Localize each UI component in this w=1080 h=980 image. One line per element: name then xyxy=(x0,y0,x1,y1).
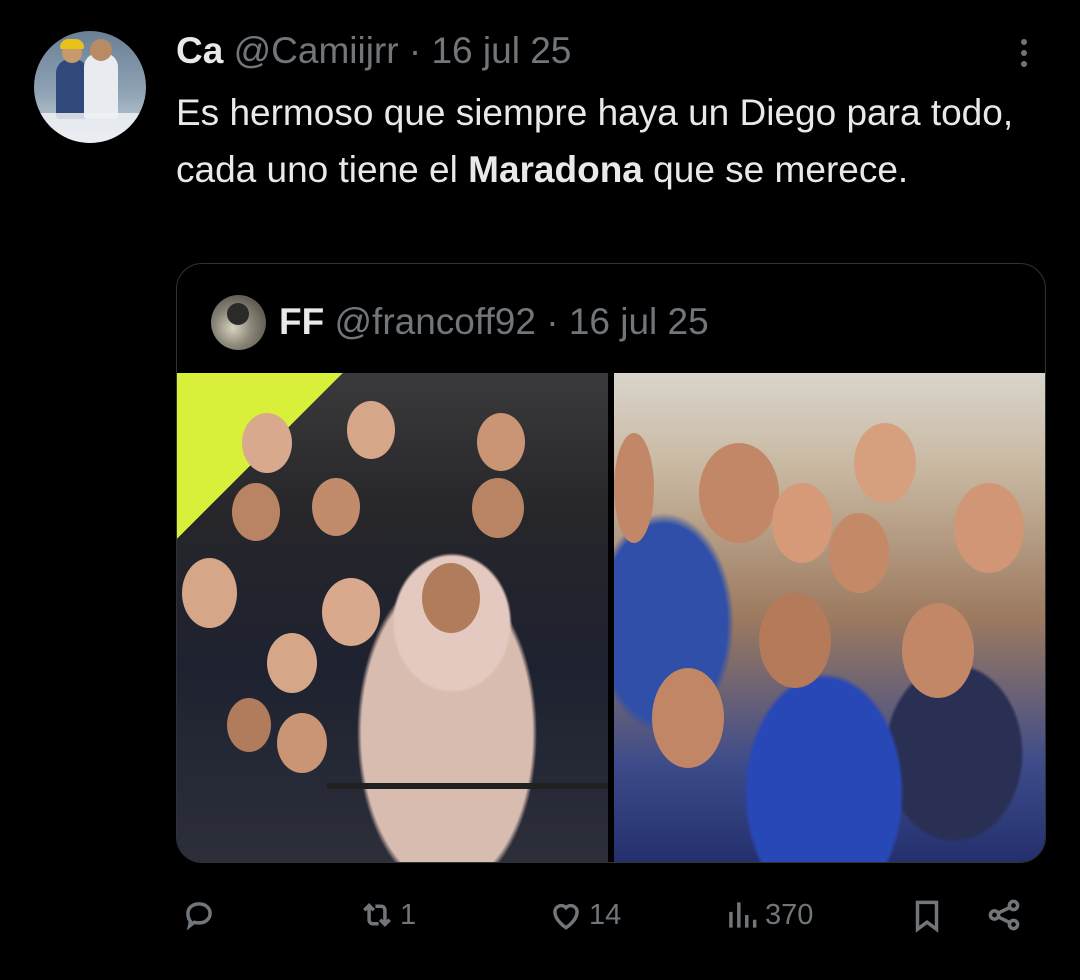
views-count: 370 xyxy=(765,898,814,931)
views-button[interactable]: 370 xyxy=(723,893,813,937)
like-count: 14 xyxy=(589,898,622,931)
tweet-header: Ca @Camiijrr · 16 jul 25 xyxy=(176,30,571,72)
quoted-author-avatar xyxy=(211,295,266,350)
retweet-count: 1 xyxy=(400,898,417,931)
heart-icon xyxy=(553,903,579,930)
author-handle[interactable]: @Camiijrr xyxy=(234,30,399,71)
retweet-icon xyxy=(363,903,391,927)
tweet-text: Es hermoso que siempre haya un Diego par… xyxy=(176,84,1046,198)
views-icon xyxy=(729,902,757,928)
like-button[interactable]: 14 xyxy=(547,893,621,937)
author-avatar[interactable] xyxy=(34,31,146,143)
quoted-photo-left[interactable] xyxy=(177,373,608,862)
tweet-date[interactable]: 16 jul 25 xyxy=(431,30,571,71)
tweet-text-part2: que se merece. xyxy=(642,149,909,190)
header-separator: · xyxy=(408,30,422,71)
tweet-text-bold[interactable]: Maradona xyxy=(468,149,643,190)
bookmark-icon xyxy=(915,900,939,933)
more-vertical-icon[interactable] xyxy=(1010,36,1038,72)
tweet-actions: 1 14 370 xyxy=(0,893,1080,937)
quoted-author-name: FF xyxy=(279,301,325,342)
bookmark-button[interactable] xyxy=(908,893,946,937)
quoted-photo-right[interactable] xyxy=(614,373,1045,862)
author-name[interactable]: Ca xyxy=(176,30,223,71)
quoted-tweet[interactable]: FF @francoff92 · 16 jul 25 xyxy=(176,263,1046,863)
quoted-date: 16 jul 25 xyxy=(568,301,709,342)
share-icon xyxy=(988,899,1020,931)
share-button[interactable] xyxy=(985,893,1023,937)
retweet-button[interactable]: 1 xyxy=(358,893,416,937)
quoted-tweet-header: FF @francoff92 · 16 jul 25 xyxy=(279,301,709,343)
reply-icon xyxy=(186,902,212,931)
reply-button[interactable] xyxy=(180,893,222,937)
quoted-author-handle: @francoff92 xyxy=(334,301,536,342)
quoted-header-separator: · xyxy=(546,301,559,342)
